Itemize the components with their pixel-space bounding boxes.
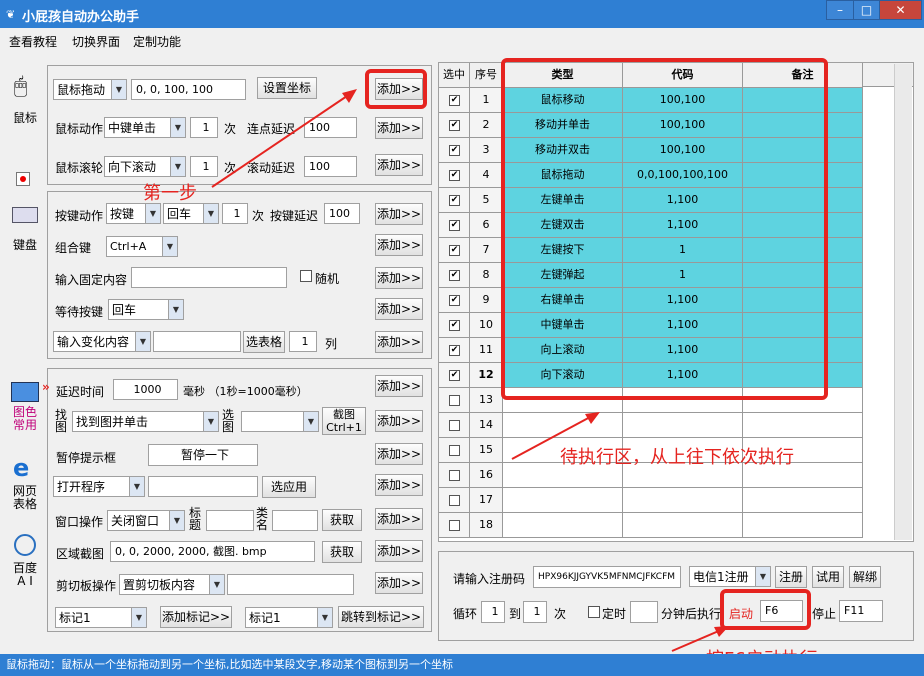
status-bar: 鼠标拖动：鼠标从一个坐标拖动到另一个坐标,比如选中某段文字,移动某个图标到另一个… [0, 654, 924, 676]
annotation-step1: 第一步 [143, 183, 197, 204]
annotation-queue: 待执行区，从上往下依次执行 [560, 447, 794, 468]
annotation-arrows [211, 89, 729, 652]
